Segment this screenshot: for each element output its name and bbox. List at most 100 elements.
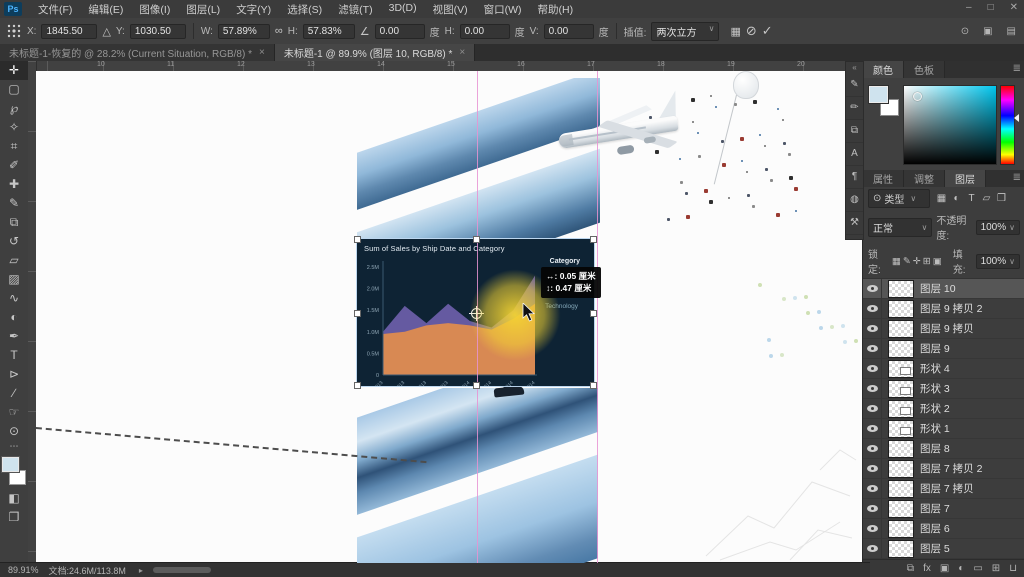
close-tab-icon[interactable]: ×: [459, 47, 465, 58]
layer-row-9[interactable]: 图层 7 拷贝 2: [863, 459, 1024, 479]
background-color-swatch[interactable]: [9, 470, 26, 485]
link-layers-icon[interactable]: ⧉: [907, 563, 914, 574]
layer-thumbnail[interactable]: [888, 460, 914, 478]
hue-slider[interactable]: [1000, 85, 1015, 165]
clone-source-panel-icon[interactable]: ⧉: [846, 120, 863, 143]
dodge-tool[interactable]: ◐: [0, 308, 28, 327]
layer-row-12[interactable]: 图层 6: [863, 519, 1024, 539]
crop-tool[interactable]: ⌗: [0, 137, 28, 156]
add-mask-icon[interactable]: ▣: [940, 563, 949, 574]
layer-thumbnail[interactable]: [888, 500, 914, 518]
opacity-select[interactable]: 100%∨: [976, 220, 1020, 235]
color-field-picker[interactable]: [913, 92, 922, 101]
menu-item-3[interactable]: 图层(L): [178, 2, 228, 17]
cancel-transform-icon[interactable]: ⊘: [746, 23, 757, 39]
brush-presets-panel-icon[interactable]: ✏: [846, 97, 863, 120]
layer-name[interactable]: 图层 8: [920, 441, 950, 456]
layer-name[interactable]: 图层 7 拷贝: [920, 481, 974, 496]
lock-pixels[interactable]: ✎: [903, 256, 911, 267]
layer-row-13[interactable]: 图层 5: [863, 539, 1024, 559]
tab-properties[interactable]: 属性: [863, 170, 904, 187]
layer-name[interactable]: 图层 6: [920, 521, 950, 536]
layer-visibility-toggle[interactable]: [863, 319, 882, 338]
minimize-button[interactable]: –: [966, 2, 972, 13]
hue-slider-pointer[interactable]: [1014, 114, 1019, 122]
clone-stamp-tool[interactable]: ⧉: [0, 213, 28, 232]
document-tab-2[interactable]: 未标题-1 @ 89.9% (图层 10, RGB/8) * ×: [275, 44, 475, 61]
layer-thumbnail[interactable]: [888, 340, 914, 358]
maximize-button[interactable]: □: [988, 2, 994, 13]
layer-name[interactable]: 形状 2: [920, 401, 950, 416]
link-dimensions-icon[interactable]: ∞: [275, 25, 283, 37]
toolbox-color-swatches[interactable]: [1, 456, 27, 486]
delete-layer-icon[interactable]: ⊔: [1009, 563, 1017, 574]
menu-item-7[interactable]: 3D(D): [381, 2, 425, 17]
layer-thumbnail[interactable]: [888, 540, 914, 558]
menu-item-9[interactable]: 窗口(W): [476, 2, 530, 17]
history-brush-tool[interactable]: ↺: [0, 232, 28, 251]
expand-panels-icon[interactable]: «: [852, 62, 856, 74]
layer-thumbnail[interactable]: [888, 400, 914, 418]
menu-item-2[interactable]: 图像(I): [131, 2, 178, 17]
layer-name[interactable]: 形状 4: [920, 361, 950, 376]
brush-settings-panel-icon[interactable]: ✎: [846, 74, 863, 97]
foreground-color-swatch[interactable]: [869, 86, 888, 103]
angle-input[interactable]: 0.00: [375, 24, 425, 39]
lock-all[interactable]: ▣: [933, 256, 942, 267]
layer-thumbnail[interactable]: [888, 300, 914, 318]
layer-row-2[interactable]: 图层 9 拷贝: [863, 319, 1024, 339]
tab-color[interactable]: 颜色: [863, 61, 904, 78]
filter-pixel-layers[interactable]: ▦: [934, 193, 949, 204]
gradient-tool[interactable]: ▨: [0, 270, 28, 289]
layer-row-11[interactable]: 图层 7: [863, 499, 1024, 519]
layer-row-8[interactable]: 图层 8: [863, 439, 1024, 459]
layer-visibility-toggle[interactable]: [863, 459, 882, 478]
zoom-level[interactable]: 89.91%: [8, 565, 39, 575]
tab-layers[interactable]: 图层: [945, 170, 986, 187]
layer-thumbnail[interactable]: [888, 360, 914, 378]
menu-item-10[interactable]: 帮助(H): [530, 2, 582, 17]
filter-type-layers[interactable]: T: [964, 193, 979, 204]
layer-name[interactable]: 图层 7: [920, 501, 950, 516]
layer-row-6[interactable]: 形状 2: [863, 399, 1024, 419]
3d-panel-icon[interactable]: ◍: [846, 189, 863, 212]
lock-position[interactable]: ✛: [913, 256, 921, 267]
height-input[interactable]: 57.83%: [303, 24, 355, 39]
tab-swatches[interactable]: 色板: [904, 61, 945, 78]
vskew-input[interactable]: 0.00: [544, 24, 594, 39]
filter-smart-objects[interactable]: ❒: [994, 193, 1009, 204]
menu-item-1[interactable]: 编辑(E): [80, 2, 131, 17]
lasso-tool[interactable]: ℘: [0, 99, 28, 118]
screen-mode-toggle[interactable]: ❐: [0, 508, 28, 527]
layer-thumbnail[interactable]: [888, 380, 914, 398]
adjustment-layer-icon[interactable]: ◐: [958, 563, 964, 574]
smudge-tool[interactable]: ∿: [0, 289, 28, 308]
layer-name[interactable]: 图层 9 拷贝 2: [920, 301, 982, 316]
layer-row-5[interactable]: 形状 3: [863, 379, 1024, 399]
quick-mask-toggle[interactable]: ◧: [0, 489, 28, 508]
pen-tool[interactable]: ✒: [0, 327, 28, 346]
search-icon[interactable]: ⊙: [961, 26, 969, 37]
magic-wand-tool[interactable]: ✧: [0, 118, 28, 137]
panel-menu-icon[interactable]: ≣: [1013, 172, 1021, 183]
marquee-tool[interactable]: ▢: [0, 80, 28, 99]
layer-visibility-toggle[interactable]: [863, 499, 882, 518]
fill-select[interactable]: 100%∨: [976, 254, 1020, 269]
layer-row-0[interactable]: 图层 10: [863, 279, 1024, 299]
layer-name[interactable]: 图层 5: [920, 541, 950, 556]
lock-artboard[interactable]: ⊞: [923, 256, 931, 267]
commit-transform-icon[interactable]: ✓: [762, 23, 773, 39]
layer-name[interactable]: 形状 3: [920, 381, 950, 396]
layer-thumbnail[interactable]: [888, 280, 914, 298]
status-options-icon[interactable]: ▸: [139, 566, 143, 575]
layer-name[interactable]: 图层 9 拷贝: [920, 321, 974, 336]
layer-thumbnail[interactable]: [888, 520, 914, 538]
layer-row-3[interactable]: 图层 9: [863, 339, 1024, 359]
layer-visibility-toggle[interactable]: [863, 439, 882, 458]
layer-style-icon[interactable]: fx: [923, 563, 931, 574]
more-tools[interactable]: ⋯: [0, 441, 28, 453]
move-tool[interactable]: ✛: [0, 61, 28, 80]
layer-visibility-toggle[interactable]: [863, 279, 882, 298]
x-input[interactable]: 1845.50: [41, 24, 97, 39]
reference-point-icon[interactable]: [6, 23, 22, 39]
